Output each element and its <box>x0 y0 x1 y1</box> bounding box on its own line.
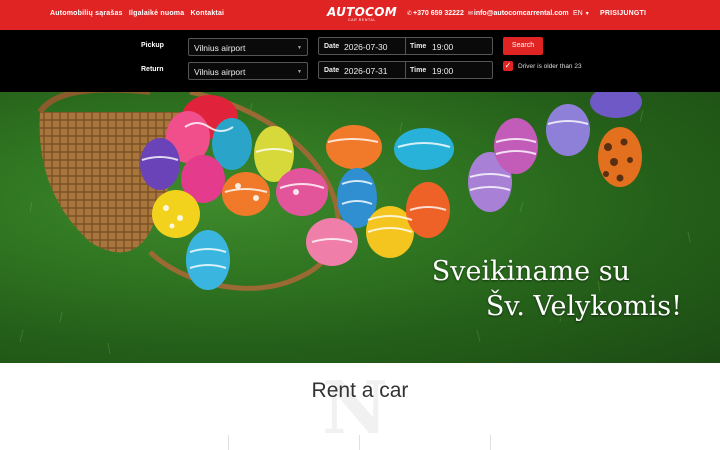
email-address: info@autocomcarrental.com <box>473 10 569 17</box>
chevron-down-icon: ▼ <box>297 69 302 75</box>
return-location-value: Vilnius airport <box>194 67 246 77</box>
check-icon: ✓ <box>504 61 512 70</box>
return-location-select[interactable]: Vilnius airport ▼ <box>188 62 308 80</box>
hero-line-2: Šv. Velykomis! <box>485 291 682 322</box>
return-time-input[interactable]: 19:00 <box>432 66 453 76</box>
driver-age-checkbox[interactable]: ✓ <box>503 61 513 71</box>
pickup-datetime: Date 2026-07-30 Time 19:00 <box>318 37 493 55</box>
return-time-label: Time <box>410 67 427 74</box>
return-datetime: Date 2026-07-31 Time 19:00 <box>318 61 493 79</box>
section-watermark: N <box>322 365 388 450</box>
chevron-down-icon: ▼ <box>297 45 302 51</box>
language-current: EN <box>573 10 583 17</box>
pickup-date-label: Date <box>324 43 340 50</box>
pickup-time-input[interactable]: 19:00 <box>432 42 453 52</box>
field-divider <box>405 38 406 54</box>
nav-link-car-list[interactable]: Automobilių sąrašas <box>50 10 123 17</box>
pickup-time-label: Time <box>410 43 427 50</box>
rent-a-car-section: N Rent a car <box>0 363 720 450</box>
field-divider <box>405 62 406 78</box>
nav-link-long-term-rental[interactable]: Ilgalaikė nuoma <box>129 10 185 17</box>
pickup-date-input[interactable]: 2026-07-30 <box>344 42 387 52</box>
language-switcher[interactable]: EN ▼ <box>573 10 590 17</box>
top-navbar: Automobilių sąrašas Ilgalaikė nuoma Kont… <box>0 0 720 30</box>
email-icon: ✉ <box>467 11 473 17</box>
phone-number: +370 659 32222 <box>413 10 464 17</box>
section-title: Rent a car <box>311 379 409 402</box>
pickup-location-select[interactable]: Vilnius airport ▼ <box>188 38 308 56</box>
column-divider <box>228 435 229 450</box>
email-link[interactable]: ✉info@autocomcarrental.com <box>468 10 569 17</box>
hero-greeting: Sveikiname su Šv. Velykomis! <box>432 254 682 324</box>
search-button[interactable]: Search <box>503 37 543 55</box>
booking-form: Pickup Return Vilnius airport ▼ Vilnius … <box>0 30 720 92</box>
nav-link-contacts[interactable]: Kontaktai <box>191 10 225 17</box>
driver-age-label: Driver is older than 23 <box>518 63 582 70</box>
logo-text: AUTOCOM <box>327 5 397 19</box>
hero-banner: Sveikiname su Šv. Velykomis! <box>0 92 720 363</box>
chevron-down-icon: ▼ <box>584 11 590 17</box>
return-label: Return <box>141 66 164 73</box>
contact-info: ✆+370 659 32222 ✉info@autocomcarrental.c… <box>407 10 569 17</box>
column-divider <box>490 435 491 450</box>
pickup-location-value: Vilnius airport <box>194 43 246 53</box>
site-logo[interactable]: AUTOCOM CAR RENTAL <box>326 6 398 23</box>
phone-icon: ✆ <box>407 11 413 17</box>
hero-line-1: Sveikiname su <box>431 256 630 287</box>
return-date-label: Date <box>324 67 340 74</box>
pickup-label: Pickup <box>141 42 164 49</box>
phone-link[interactable]: ✆+370 659 32222 <box>407 10 464 17</box>
login-link[interactable]: PRISIJUNGTI <box>600 10 646 17</box>
nav-links: Automobilių sąrašas Ilgalaikė nuoma Kont… <box>50 10 228 17</box>
column-divider <box>359 435 360 450</box>
return-date-input[interactable]: 2026-07-31 <box>344 66 387 76</box>
